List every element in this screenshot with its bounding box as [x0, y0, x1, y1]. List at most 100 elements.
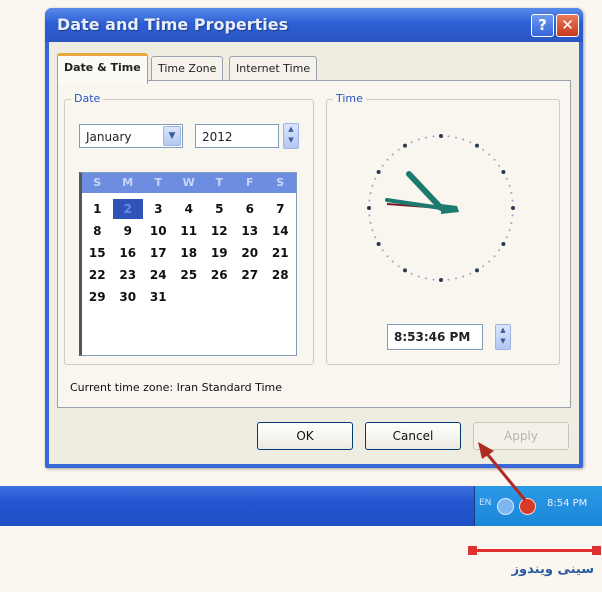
- year-spinner[interactable]: ▲ ▼: [283, 123, 299, 149]
- clock-minute-tick: [374, 177, 377, 180]
- calendar-day[interactable]: [265, 287, 296, 307]
- calendar-day[interactable]: 23: [113, 265, 144, 285]
- calendar-day[interactable]: 24: [143, 265, 174, 285]
- clock-minute-tick: [498, 164, 501, 167]
- calendar-day[interactable]: 28: [265, 265, 296, 285]
- calendar-day[interactable]: 19: [204, 243, 235, 263]
- clock-minute-tick: [482, 148, 485, 151]
- cancel-button[interactable]: Cancel: [365, 422, 461, 450]
- tab-internet-time[interactable]: Internet Time: [229, 56, 318, 81]
- clock-minute-tick: [425, 277, 427, 280]
- clock-minute-tick: [455, 277, 457, 280]
- time-group-label: Time: [333, 92, 366, 105]
- taskbar-clock[interactable]: 8:54 PM: [547, 498, 587, 509]
- calendar-day[interactable]: 9: [113, 221, 144, 241]
- calendar-day[interactable]: 5: [204, 199, 235, 219]
- month-select[interactable]: January ▼: [79, 124, 183, 148]
- taskbar: EN 8:54 PM: [0, 486, 602, 526]
- clock-minute-tick: [462, 138, 465, 141]
- calendar-day[interactable]: 17: [143, 243, 174, 263]
- clock-hour-tick: [403, 268, 407, 273]
- calendar-day[interactable]: [174, 287, 205, 307]
- calendar-day[interactable]: 25: [174, 265, 205, 285]
- chevron-down-icon[interactable]: ▼: [163, 126, 181, 146]
- window-title: Date and Time Properties: [57, 15, 289, 34]
- calendar-day[interactable]: 3: [143, 199, 174, 219]
- title-bar[interactable]: Date and Time Properties ? ✕: [45, 8, 583, 42]
- network-icon[interactable]: [497, 498, 514, 515]
- calendar-day[interactable]: [204, 287, 235, 307]
- calendar-day[interactable]: 16: [113, 243, 144, 263]
- calendar-day[interactable]: 10: [143, 221, 174, 241]
- calendar-day[interactable]: 6: [235, 199, 266, 219]
- system-tray[interactable]: EN 8:54 PM: [474, 486, 602, 526]
- weekday-header: F: [245, 176, 254, 189]
- calendar-day[interactable]: 7: [265, 199, 296, 219]
- weekday-header: M: [122, 176, 134, 189]
- calendar-day[interactable]: [235, 287, 266, 307]
- calendar-week-row: 15 16 17 18 19 20 21: [82, 243, 296, 263]
- calendar-week-row: 29 30 31: [82, 287, 296, 307]
- clock-minute-tick: [381, 249, 384, 252]
- clock-minute-tick: [391, 153, 394, 156]
- calendar-day[interactable]: 29: [82, 287, 113, 307]
- clock-minute-tick: [425, 136, 427, 139]
- calendar-day[interactable]: 15: [82, 243, 113, 263]
- weekday-header: W: [182, 176, 195, 189]
- calendar-day[interactable]: 27: [235, 265, 266, 285]
- weekday-header-row: S M T W T F S: [82, 173, 296, 193]
- date-group-label: Date: [71, 92, 104, 105]
- time-field[interactable]: 8:53:46 PM: [387, 324, 483, 350]
- month-calendar[interactable]: S M T W T F S 1 2 3 4 5 6 7 8 9 10 11 12…: [79, 172, 297, 356]
- calendar-day-selected[interactable]: 2: [112, 199, 143, 219]
- calendar-day[interactable]: 22: [82, 265, 113, 285]
- calendar-day[interactable]: 26: [204, 265, 235, 285]
- calendar-day[interactable]: 31: [143, 287, 174, 307]
- clock-minute-tick: [462, 275, 465, 278]
- calendar-day[interactable]: 1: [82, 199, 113, 219]
- clock-minute-tick: [368, 214, 371, 217]
- clock-minute-tick: [371, 229, 374, 232]
- calendar-day[interactable]: 21: [265, 243, 296, 263]
- month-value: January: [86, 130, 132, 144]
- clock-minute-tick: [447, 135, 450, 138]
- clock-minute-tick: [511, 199, 514, 202]
- close-button[interactable]: ✕: [556, 14, 579, 37]
- calendar-day[interactable]: 13: [235, 221, 266, 241]
- year-value: 2012: [202, 130, 233, 144]
- clock-minute-tick: [368, 199, 371, 202]
- calendar-day[interactable]: 30: [113, 287, 144, 307]
- clock-minute-tick: [469, 141, 472, 144]
- year-field[interactable]: 2012: [195, 124, 279, 148]
- language-indicator[interactable]: EN: [479, 498, 491, 508]
- clock-hour-tick: [439, 278, 443, 282]
- clock-minute-tick: [488, 260, 491, 263]
- calendar-day[interactable]: 14: [265, 221, 296, 241]
- calendar-day[interactable]: 8: [82, 221, 113, 241]
- clock-minute-tick: [511, 214, 514, 217]
- clock-hour-tick: [511, 206, 515, 210]
- clock-hour-tick: [475, 143, 479, 148]
- clock-minute-tick: [505, 177, 508, 180]
- calendar-day[interactable]: 18: [174, 243, 205, 263]
- date-time-properties-window: Date and Time Properties ? ✕ Date & Time…: [45, 8, 583, 468]
- clock-hour-tick: [376, 242, 381, 246]
- time-spinner[interactable]: ▲ ▼: [495, 324, 511, 350]
- security-alert-icon[interactable]: [519, 498, 536, 515]
- clock-minute-tick: [410, 272, 413, 275]
- clock-minute-tick: [386, 158, 389, 161]
- tab-time-zone[interactable]: Time Zone: [151, 56, 224, 81]
- calendar-day[interactable]: 20: [235, 243, 266, 263]
- calendar-day[interactable]: 11: [174, 221, 205, 241]
- apply-button[interactable]: Apply: [473, 422, 569, 450]
- clock-minute-tick: [498, 249, 501, 252]
- time-group: Time 8:53:46 PM ▲ ▼: [326, 92, 560, 365]
- calendar-day[interactable]: 12: [204, 221, 235, 241]
- clock-minute-tick: [505, 236, 508, 239]
- calendar-day[interactable]: 4: [174, 199, 205, 219]
- weekday-header: S: [93, 176, 102, 189]
- clock-minute-tick: [369, 222, 372, 224]
- ok-button[interactable]: OK: [257, 422, 353, 450]
- help-button[interactable]: ?: [531, 14, 554, 37]
- tab-date-time[interactable]: Date & Time: [57, 53, 148, 84]
